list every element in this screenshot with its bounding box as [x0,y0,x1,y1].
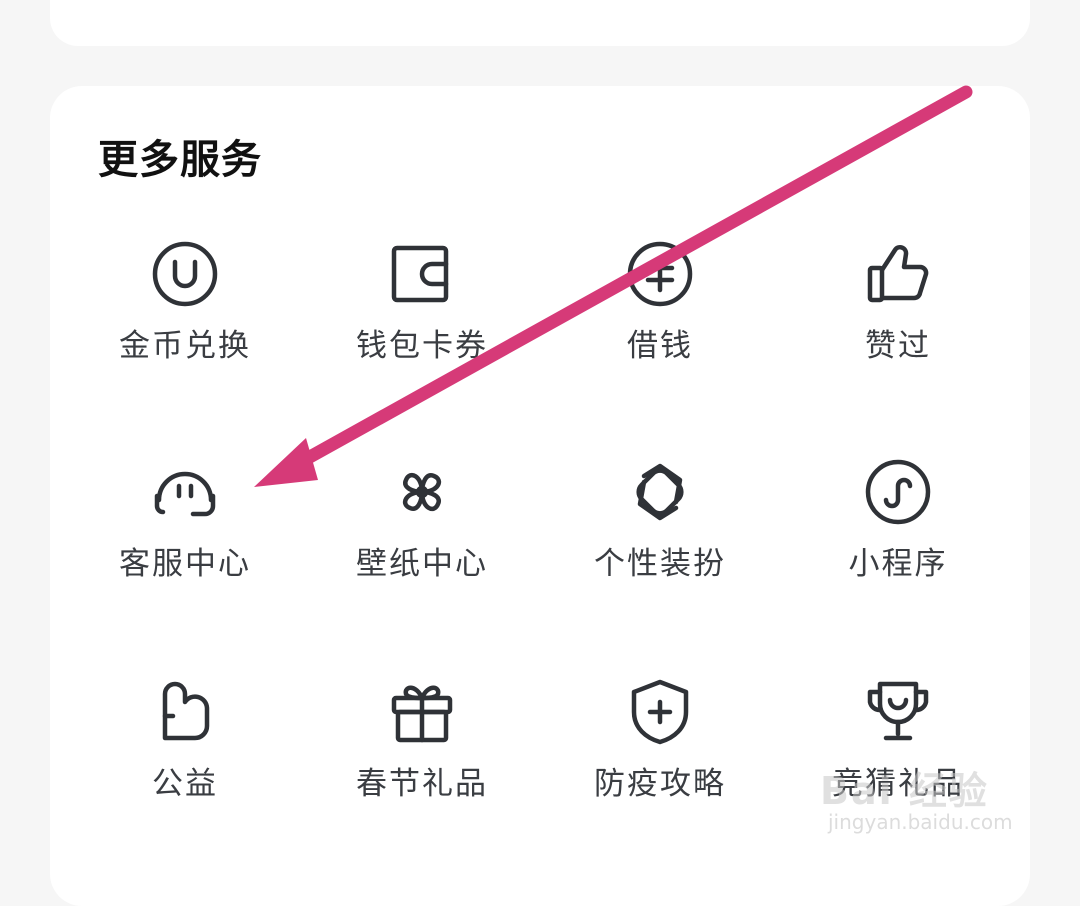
coin-icon [149,238,221,310]
service-label: 客服中心 [119,546,251,582]
thumbs-up-icon [862,238,934,310]
service-item-wallet[interactable]: 钱包卡券 [302,238,542,388]
trophy-icon [862,676,934,748]
service-item-customer-service[interactable]: 客服中心 [65,456,305,606]
watermark: Bai 经验 jingyan.baidu.com [820,760,1060,860]
shield-plus-icon [624,676,696,748]
section-title: 更多服务 [98,137,262,183]
gift-icon [386,676,458,748]
charity-icon [149,676,221,748]
service-item-epidemic[interactable]: 防疫攻略 [540,676,780,826]
service-label: 公益 [152,766,218,802]
pinwheel-icon [386,456,458,528]
service-item-personalize[interactable]: 个性装扮 [540,456,780,606]
watermark-logo: Bai 经验 [820,769,989,813]
mini-program-icon [862,456,934,528]
interlock-icon [624,456,696,528]
service-label: 借钱 [627,328,693,364]
loan-icon [624,238,696,310]
service-label: 赞过 [865,328,931,364]
service-label: 壁纸中心 [356,546,488,582]
headset-icon [149,456,221,528]
watermark-url: jingyan.baidu.com [828,810,1013,834]
service-item-wallpaper[interactable]: 壁纸中心 [302,456,542,606]
service-item-gift[interactable]: 春节礼品 [302,676,542,826]
service-label: 金币兑换 [119,328,251,364]
service-item-coin-exchange[interactable]: 金币兑换 [65,238,305,388]
wallet-icon [386,238,458,310]
previous-card [50,0,1030,46]
service-label: 钱包卡券 [356,328,488,364]
service-item-liked[interactable]: 赞过 [778,238,1018,388]
service-label: 春节礼品 [356,766,488,802]
service-item-mini-program[interactable]: 小程序 [778,456,1018,606]
service-label: 个性装扮 [594,546,726,582]
service-label: 小程序 [848,546,948,582]
service-item-loan[interactable]: 借钱 [540,238,780,388]
service-label: 防疫攻略 [594,766,726,802]
service-item-charity[interactable]: 公益 [65,676,305,826]
